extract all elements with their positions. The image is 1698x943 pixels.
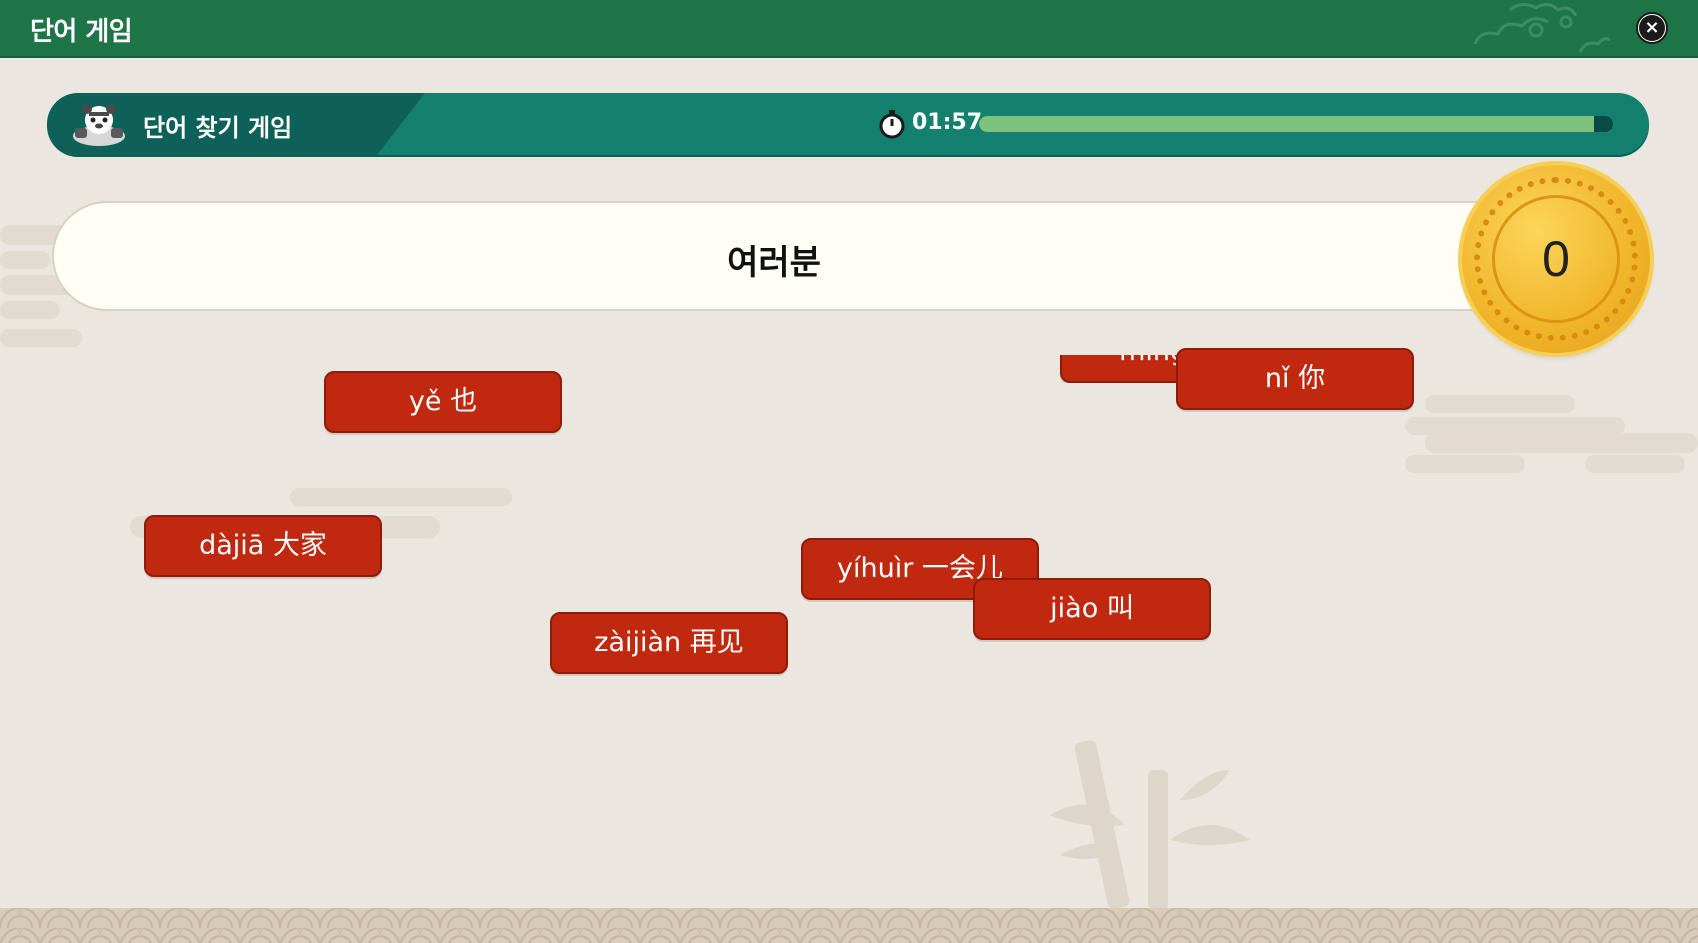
close-icon: × bbox=[1639, 15, 1665, 41]
time-progress-bar bbox=[979, 116, 1613, 132]
window-title: 단어 게임 bbox=[30, 17, 133, 47]
wave-pattern bbox=[0, 908, 1698, 943]
cloud-decoration-right bbox=[1405, 395, 1698, 473]
timer-readout: 01:57 bbox=[912, 110, 983, 135]
stopwatch-icon bbox=[879, 110, 905, 139]
word-tile-dajia[interactable]: dàjiā 大家 bbox=[144, 515, 382, 577]
footer-wave-pattern bbox=[0, 908, 1698, 943]
title-bar: 단어 게임 × bbox=[0, 0, 1698, 58]
prompt-word: 여러분 bbox=[727, 243, 821, 283]
game-title: 단어 찾기 게임 bbox=[143, 114, 293, 142]
word-tile-jiao[interactable]: jiào 叫 bbox=[973, 578, 1211, 640]
word-tile-ni[interactable]: nǐ 你 bbox=[1176, 348, 1414, 410]
prompt-box: 여러분 bbox=[52, 201, 1532, 311]
close-button[interactable]: × bbox=[1636, 12, 1668, 44]
game-header-bar: 단어 찾기 게임 01:57 bbox=[47, 93, 1649, 155]
cloud-icon bbox=[1473, 3, 1610, 53]
score-coin: 0 bbox=[1462, 165, 1650, 353]
bamboo-decoration bbox=[1050, 740, 1250, 910]
time-progress-fill bbox=[979, 116, 1594, 132]
tiger-mascot-icon bbox=[73, 104, 125, 146]
score-value: 0 bbox=[1542, 231, 1570, 287]
word-tile-zaijian[interactable]: zàijiàn 再见 bbox=[550, 612, 788, 674]
word-tile-ye[interactable]: yě 也 bbox=[324, 371, 562, 433]
